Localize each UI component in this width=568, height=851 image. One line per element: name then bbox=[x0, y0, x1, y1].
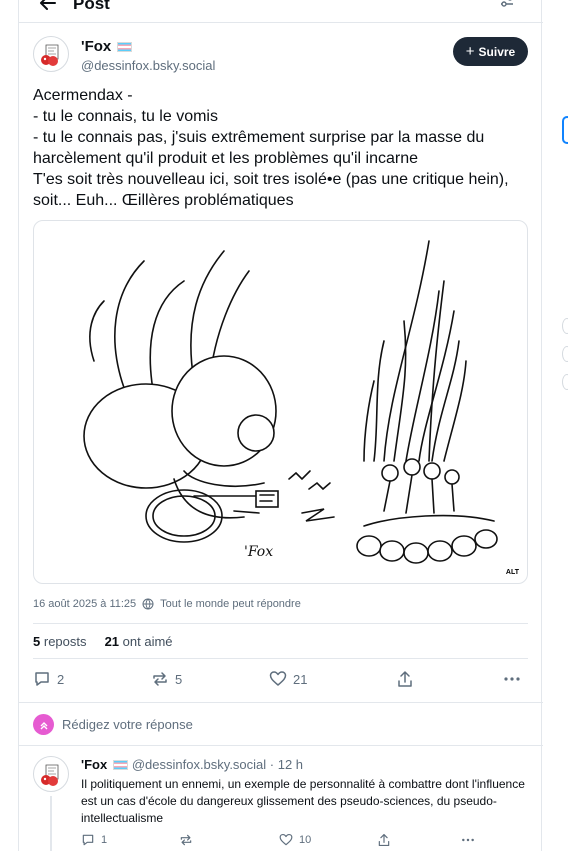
author-avatar[interactable] bbox=[33, 36, 69, 72]
top-bar: Post bbox=[19, 0, 543, 23]
divider bbox=[33, 658, 528, 659]
post-text-line: - tu le connais, tu le vomis bbox=[33, 108, 218, 125]
reply-like-count: 10 bbox=[299, 834, 312, 846]
reposts-count: 5 bbox=[33, 634, 41, 649]
sidebar-item-edge[interactable] bbox=[562, 374, 568, 390]
sidebar-search-edge[interactable] bbox=[562, 116, 568, 144]
reply-time: · 12 h bbox=[269, 757, 304, 772]
repost-icon bbox=[180, 834, 192, 846]
reply-repost-button[interactable] bbox=[179, 833, 193, 847]
page-title: Post bbox=[73, 0, 110, 13]
like-count: 21 bbox=[293, 671, 308, 687]
reply-count: 2 bbox=[57, 671, 65, 687]
post-text-line: T'es soit très nouvelleau ici, soit tres… bbox=[33, 171, 513, 209]
trans-flag-icon bbox=[113, 760, 129, 770]
reply-author-avatar[interactable] bbox=[33, 756, 69, 792]
reply-policy: Tout le monde peut répondre bbox=[160, 598, 301, 610]
share-button[interactable] bbox=[396, 670, 414, 688]
repost-icon bbox=[153, 672, 167, 686]
reply-text: Il politiquement un ennemi, un exemple d… bbox=[81, 777, 525, 825]
reply-like-button[interactable]: 10 bbox=[279, 833, 311, 847]
reply-composer[interactable]: Rédigez votre réponse bbox=[19, 702, 543, 746]
sidebar-item-edge[interactable] bbox=[562, 346, 568, 362]
globe-icon bbox=[142, 598, 154, 610]
chevron-up-icon bbox=[40, 721, 47, 729]
more-icon bbox=[504, 677, 520, 681]
back-arrow-icon[interactable] bbox=[37, 0, 59, 14]
alt-badge[interactable]: ALT bbox=[503, 568, 521, 577]
reply-more-button[interactable] bbox=[461, 833, 475, 847]
post-text-line: Acermendax - bbox=[33, 87, 133, 104]
reposts-stat[interactable]: 5 reposts bbox=[33, 634, 87, 649]
reply-header: 'Fox @dessinfox.bsky.social · 12 h bbox=[81, 757, 303, 772]
repost-button[interactable]: 5 bbox=[151, 670, 182, 688]
repost-count: 5 bbox=[175, 671, 183, 687]
right-sidebar-edge bbox=[562, 0, 568, 851]
reply-reply-count: 1 bbox=[101, 834, 108, 846]
reply-actions: 1 10 bbox=[81, 833, 521, 849]
follow-label: Suivre bbox=[478, 44, 516, 59]
heart-icon bbox=[269, 671, 287, 686]
my-avatar bbox=[33, 714, 54, 735]
reposts-label: reposts bbox=[43, 634, 87, 649]
post-text: Acermendax - - tu le connais, tu le vomi… bbox=[33, 85, 523, 211]
likes-stat[interactable]: 21 ont aimé bbox=[105, 634, 173, 649]
reply-author-name[interactable]: 'Fox bbox=[81, 757, 107, 772]
post-thread-column: Post 'Fox @dessinfox.bsky.social + Suivr… bbox=[18, 0, 543, 851]
author-name[interactable]: 'Fox bbox=[81, 38, 133, 55]
trans-flag-icon bbox=[117, 42, 133, 52]
share-icon bbox=[378, 833, 390, 847]
drawing-illustration: 'Fox bbox=[83, 240, 498, 564]
thread-line bbox=[50, 796, 52, 851]
reply-button[interactable]: 2 bbox=[33, 670, 64, 688]
more-options-button[interactable] bbox=[503, 670, 521, 688]
more-icon bbox=[462, 838, 474, 842]
heart-icon bbox=[279, 833, 293, 846]
author-name-text[interactable]: 'Fox bbox=[81, 38, 111, 55]
likes-label: ont aimé bbox=[122, 634, 173, 649]
post-text-line: - tu le connais pas, j'suis extrêmement … bbox=[33, 129, 489, 167]
divider bbox=[33, 623, 528, 624]
post-actions: 2 5 21 bbox=[33, 670, 528, 690]
reply-author-handle[interactable]: @dessinfox.bsky.social bbox=[132, 757, 266, 772]
plus-icon: + bbox=[465, 43, 475, 60]
follow-button[interactable]: + Suivre bbox=[453, 37, 528, 66]
reply-placeholder[interactable]: Rédigez votre réponse bbox=[62, 717, 193, 732]
drawing-signature: 'Fox bbox=[244, 544, 273, 560]
reply-reply-button[interactable]: 1 bbox=[81, 833, 107, 847]
settings-icon[interactable] bbox=[497, 0, 517, 12]
post-meta: 16 août 2025 à 11:25 Tout le monde peut … bbox=[33, 598, 301, 610]
like-button[interactable]: 21 bbox=[269, 670, 307, 688]
likes-count: 21 bbox=[104, 634, 120, 649]
reply-share-button[interactable] bbox=[377, 833, 391, 847]
share-icon bbox=[398, 671, 412, 687]
post-stats: 5 reposts 21 ont aimé bbox=[33, 634, 173, 649]
reply-icon bbox=[35, 672, 49, 686]
reply-post[interactable]: 'Fox @dessinfox.bsky.social · 12 h Il po… bbox=[19, 746, 543, 851]
reply-icon bbox=[82, 834, 94, 846]
post-timestamp: 16 août 2025 à 11:25 bbox=[33, 598, 137, 610]
post-image[interactable]: 'Fox ALT bbox=[33, 220, 528, 584]
author-handle[interactable]: @dessinfox.bsky.social bbox=[81, 58, 215, 73]
sidebar-item-edge[interactable] bbox=[562, 318, 568, 334]
